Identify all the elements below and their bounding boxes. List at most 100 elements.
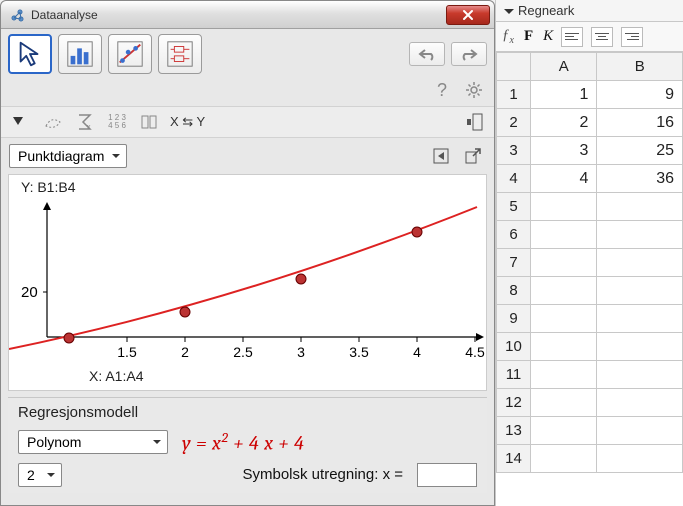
chart-type-value: Punktdiagram <box>18 148 104 164</box>
cell-B6[interactable] <box>597 221 683 249</box>
cell-B4[interactable]: 36 <box>597 165 683 193</box>
data-point[interactable] <box>64 333 74 343</box>
data-point[interactable] <box>180 307 190 317</box>
cell-B13[interactable] <box>597 417 683 445</box>
close-button[interactable] <box>446 5 490 25</box>
cell-A10[interactable] <box>531 333 597 361</box>
undo-button[interactable] <box>409 42 445 66</box>
regression-degree-dropdown[interactable]: 2 <box>18 463 62 487</box>
table-row: 7 <box>497 249 683 277</box>
scatter-tool-button[interactable] <box>108 34 152 74</box>
cell-B3[interactable]: 25 <box>597 137 683 165</box>
cell-A1[interactable]: 1 <box>531 81 597 109</box>
cell-A12[interactable] <box>531 389 597 417</box>
regression-model-dropdown[interactable]: Polynom <box>18 430 168 454</box>
plot-x-label: X: A1:A4 <box>9 362 486 390</box>
help-button[interactable]: ? <box>429 79 455 101</box>
y-tick-20: 20 <box>21 284 38 301</box>
svg-text:x: x <box>87 124 91 131</box>
symbolic-label: Symbolsk utregning: x = <box>243 466 404 483</box>
row-header[interactable]: 7 <box>497 249 531 277</box>
cell-B11[interactable] <box>597 361 683 389</box>
cell-B7[interactable] <box>597 249 683 277</box>
col-header-B[interactable]: B <box>597 53 683 81</box>
table-row: 9 <box>497 305 683 333</box>
cell-A14[interactable] <box>531 445 597 473</box>
settings-button[interactable] <box>461 79 487 101</box>
cell-A2[interactable]: 2 <box>531 109 597 137</box>
row-header[interactable]: 14 <box>497 445 531 473</box>
minimize-panel-button[interactable] <box>461 111 487 133</box>
cell-B8[interactable] <box>597 277 683 305</box>
corner-cell[interactable] <box>497 53 531 81</box>
spreadsheet-header[interactable]: Regneark <box>496 0 683 22</box>
italic-button[interactable]: K <box>537 28 553 45</box>
regression-title: Regresjonsmodell <box>18 404 477 421</box>
svg-text:4.5: 4.5 <box>465 344 485 360</box>
data-point[interactable] <box>296 274 306 284</box>
data-analysis-dialog: Dataanalyse ? <box>0 0 495 506</box>
bar-chart-tool-button[interactable] <box>58 34 102 74</box>
cell-B12[interactable] <box>597 389 683 417</box>
cell-A6[interactable] <box>531 221 597 249</box>
svg-text:1.5: 1.5 <box>117 344 137 360</box>
row-header[interactable]: 8 <box>497 277 531 305</box>
align-left-button[interactable] <box>561 27 583 47</box>
scatter-plot[interactable]: 20 1.5 2 2.5 3 3.5 4 4.5 <box>9 197 487 362</box>
cell-B5[interactable] <box>597 193 683 221</box>
align-right-button[interactable] <box>621 27 643 47</box>
spreadsheet-pane: Regneark ƒx F K A B 11922163325443656789… <box>495 0 683 506</box>
row-header[interactable]: 9 <box>497 305 531 333</box>
redo-button[interactable] <box>451 42 487 66</box>
row-header[interactable]: 3 <box>497 137 531 165</box>
cell-B9[interactable] <box>597 305 683 333</box>
options-menu-button[interactable] <box>8 111 34 133</box>
cell-A11[interactable] <box>531 361 597 389</box>
swap-xy-button[interactable]: X ⇆ Y <box>168 114 205 130</box>
spreadsheet-grid[interactable]: A B 119221633254436567891011121314 <box>496 52 683 506</box>
cell-A7[interactable] <box>531 249 597 277</box>
data-point[interactable] <box>412 227 422 237</box>
plot-panel: Y: B1:B4 20 1.5 2 2.5 3 3.5 4 4.5 <box>8 174 487 391</box>
row-header[interactable]: 2 <box>497 109 531 137</box>
titlebar[interactable]: Dataanalyse <box>1 1 494 29</box>
align-center-button[interactable] <box>591 27 613 47</box>
boxplot-tool-button[interactable] <box>158 34 202 74</box>
geogebra-icon <box>9 7 25 23</box>
bold-button[interactable]: F <box>518 28 533 45</box>
cell-A4[interactable]: 4 <box>531 165 597 193</box>
regression-formula: y = x2 + 4 x + 4 <box>182 429 304 455</box>
cell-B10[interactable] <box>597 333 683 361</box>
svg-text:2.5: 2.5 <box>233 344 253 360</box>
sum-button[interactable]: x <box>72 111 98 133</box>
cell-A8[interactable] <box>531 277 597 305</box>
chart-type-dropdown[interactable]: Punktdiagram <box>9 144 127 168</box>
move-tool-button[interactable] <box>8 34 52 74</box>
cell-B1[interactable]: 9 <box>597 81 683 109</box>
fx-icon[interactable]: ƒx <box>502 27 514 46</box>
row-header[interactable]: 1 <box>497 81 531 109</box>
number-format-button[interactable]: 1 2 34 5 6 <box>104 111 130 133</box>
cell-A3[interactable]: 3 <box>531 137 597 165</box>
dialog-title: Dataanalyse <box>29 8 446 22</box>
cell-B2[interactable]: 16 <box>597 109 683 137</box>
row-header[interactable]: 13 <box>497 417 531 445</box>
row-header[interactable]: 12 <box>497 389 531 417</box>
cell-B14[interactable] <box>597 445 683 473</box>
cell-A5[interactable] <box>531 193 597 221</box>
row-header[interactable]: 11 <box>497 361 531 389</box>
prev-plot-button[interactable] <box>428 145 454 167</box>
row-header[interactable]: 6 <box>497 221 531 249</box>
popup-plot-button[interactable] <box>460 145 486 167</box>
table-row: 14 <box>497 445 683 473</box>
cell-A13[interactable] <box>531 417 597 445</box>
row-header[interactable]: 4 <box>497 165 531 193</box>
col-header-A[interactable]: A <box>531 53 597 81</box>
show-data-button[interactable] <box>40 111 66 133</box>
two-column-button[interactable] <box>136 111 162 133</box>
symbolic-input[interactable] <box>417 463 477 487</box>
row-header[interactable]: 10 <box>497 333 531 361</box>
row-header[interactable]: 5 <box>497 193 531 221</box>
cell-A9[interactable] <box>531 305 597 333</box>
table-row: 3325 <box>497 137 683 165</box>
